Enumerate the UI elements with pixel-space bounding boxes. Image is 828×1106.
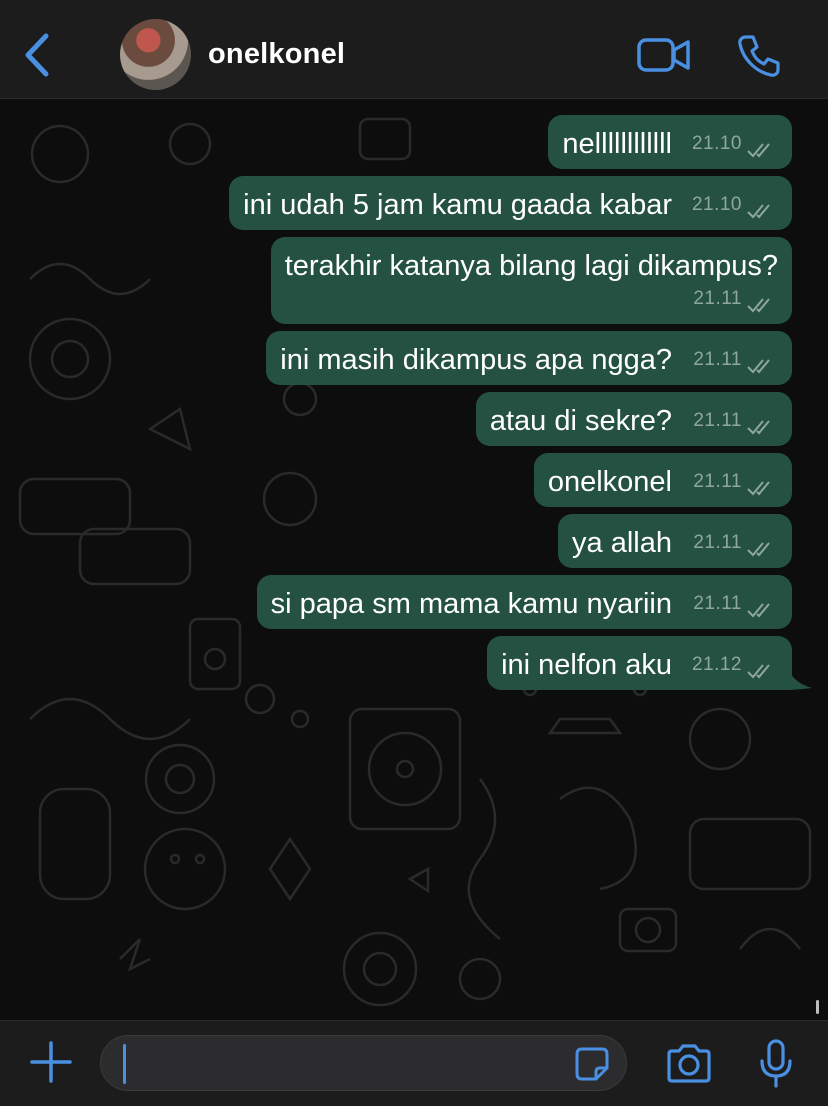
plus-icon xyxy=(30,1041,72,1083)
message-bubble-outgoing[interactable]: onelkonel 21.11 xyxy=(533,453,792,507)
message-bubble-outgoing[interactable]: atau di sekre? 21.11 xyxy=(475,392,792,446)
message-bubble-outgoing[interactable]: ini masih dikampus apa ngga? 21.11 xyxy=(266,331,792,385)
double-check-icon xyxy=(747,143,770,158)
message-bubble-outgoing[interactable]: nellllllllllll 21.10 xyxy=(548,115,792,169)
message-text: terakhir katanya bilang lagi dikampus? xyxy=(284,250,778,282)
contact-name[interactable]: onelkonel xyxy=(208,38,345,71)
message-time: 21.11 xyxy=(693,532,742,553)
text-caret xyxy=(123,1044,126,1084)
double-check-icon xyxy=(747,420,770,435)
message-text: si papa sm mama kamu nyariin xyxy=(270,588,672,620)
camera-button[interactable] xyxy=(665,1044,713,1084)
double-check-icon xyxy=(747,298,770,313)
message-time: 21.11 xyxy=(693,593,742,614)
microphone-button[interactable] xyxy=(758,1039,794,1089)
message-bubble-outgoing[interactable]: ini udah 5 jam kamu gaada kabar 21.10 xyxy=(229,176,792,230)
message-text: onelkonel xyxy=(547,466,672,498)
contact-avatar[interactable] xyxy=(120,19,191,90)
video-call-button[interactable] xyxy=(636,36,692,76)
message-time: 21.11 xyxy=(693,288,742,309)
voice-call-button[interactable] xyxy=(736,33,782,79)
bubble-tail xyxy=(786,662,812,690)
video-camera-icon xyxy=(637,38,690,72)
message-text: ini udah 5 jam kamu gaada kabar xyxy=(243,189,672,221)
message-time: 21.12 xyxy=(691,654,742,675)
message-time: 21.10 xyxy=(691,194,742,215)
chat-header: onelkonel xyxy=(0,0,828,99)
message-time: 21.11 xyxy=(693,410,742,431)
message-bubble-outgoing[interactable]: si papa sm mama kamu nyariin 21.11 xyxy=(256,575,792,629)
message-list[interactable]: nellllllllllll 21.10 ini udah 5 jam kamu… xyxy=(0,99,828,1020)
sticker-button[interactable] xyxy=(574,1046,610,1082)
attach-button[interactable] xyxy=(28,1039,74,1085)
message-text: ini nelfon aku xyxy=(501,649,672,681)
message-text: ini masih dikampus apa ngga? xyxy=(280,344,672,376)
back-button[interactable] xyxy=(20,32,60,78)
scroll-indicator[interactable] xyxy=(816,1000,819,1014)
composer-bar xyxy=(0,1020,828,1106)
message-bubble-outgoing-last[interactable]: ini nelfon aku 21.12 xyxy=(487,636,792,690)
double-check-icon xyxy=(747,542,770,557)
message-bubble-outgoing[interactable]: terakhir katanya bilang lagi dikampus? 2… xyxy=(270,237,792,324)
message-text: nellllllllllll xyxy=(562,128,672,160)
double-check-icon xyxy=(747,664,770,679)
phone-icon xyxy=(738,35,780,77)
back-chevron-icon xyxy=(25,33,49,77)
double-check-icon xyxy=(747,204,770,219)
message-input[interactable] xyxy=(100,1035,627,1091)
message-time: 21.10 xyxy=(691,133,742,154)
double-check-icon xyxy=(747,603,770,618)
double-check-icon xyxy=(747,481,770,496)
message-text: ya allah xyxy=(572,527,672,559)
message-time: 21.11 xyxy=(693,349,742,370)
microphone-icon xyxy=(760,1039,792,1088)
message-bubble-outgoing[interactable]: ya allah 21.11 xyxy=(558,514,792,568)
camera-icon xyxy=(667,1044,711,1083)
sticker-icon xyxy=(575,1047,609,1081)
double-check-icon xyxy=(747,359,770,374)
message-text: atau di sekre? xyxy=(489,405,672,437)
message-time: 21.11 xyxy=(693,471,742,492)
